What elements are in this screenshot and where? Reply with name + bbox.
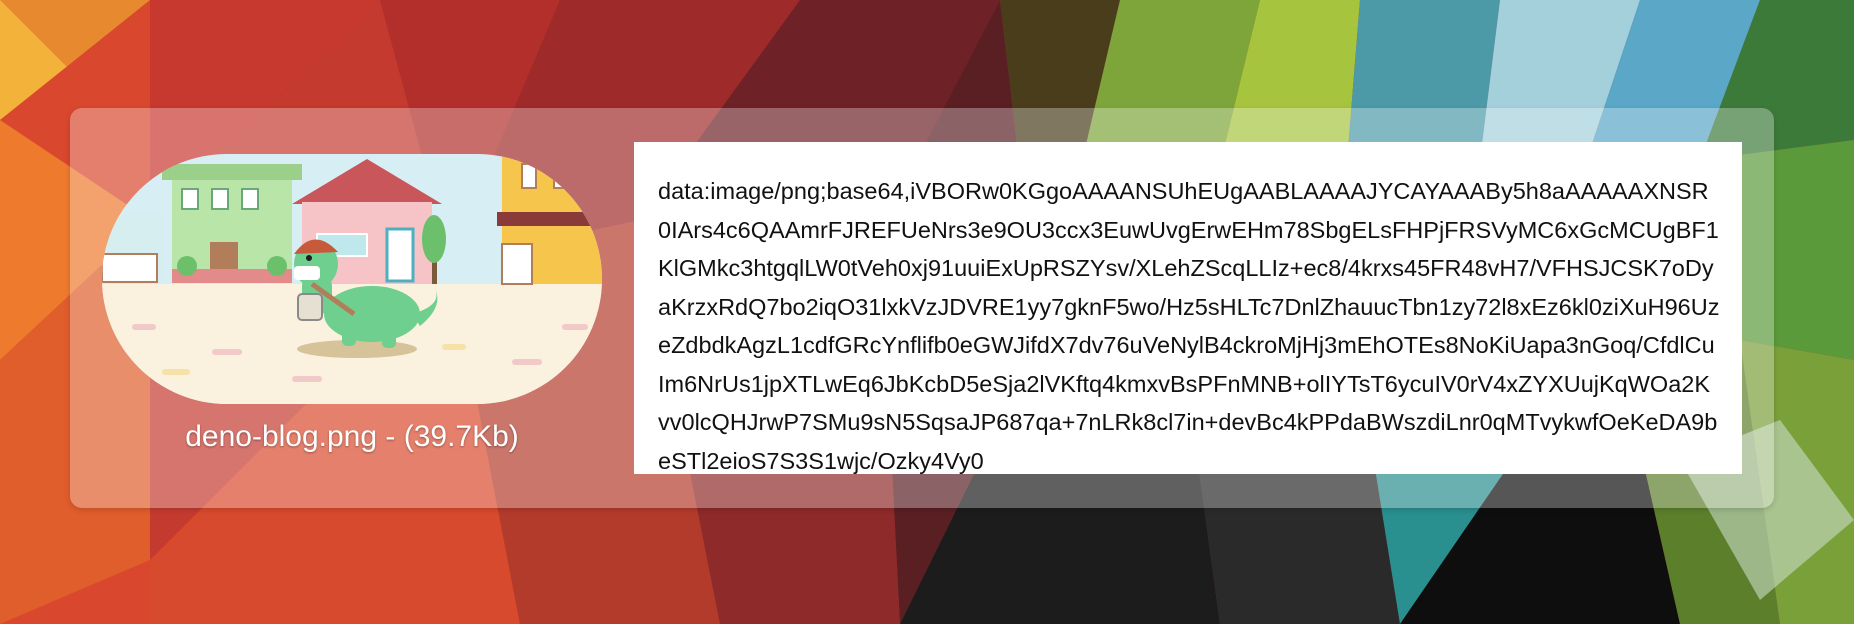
deno-dinosaur-illustration bbox=[102, 154, 602, 404]
image-preview[interactable] bbox=[102, 154, 602, 404]
file-name-size-label: deno-blog.png - (39.7Kb) bbox=[185, 420, 519, 453]
conversion-panel: deno-blog.png - (39.7Kb) data:image/png;… bbox=[70, 108, 1774, 508]
base64-output-text[interactable]: data:image/png;base64,iVBORw0KGgoAAAANSU… bbox=[658, 172, 1720, 474]
base64-output-box[interactable]: data:image/png;base64,iVBORw0KGgoAAAANSU… bbox=[634, 142, 1742, 474]
